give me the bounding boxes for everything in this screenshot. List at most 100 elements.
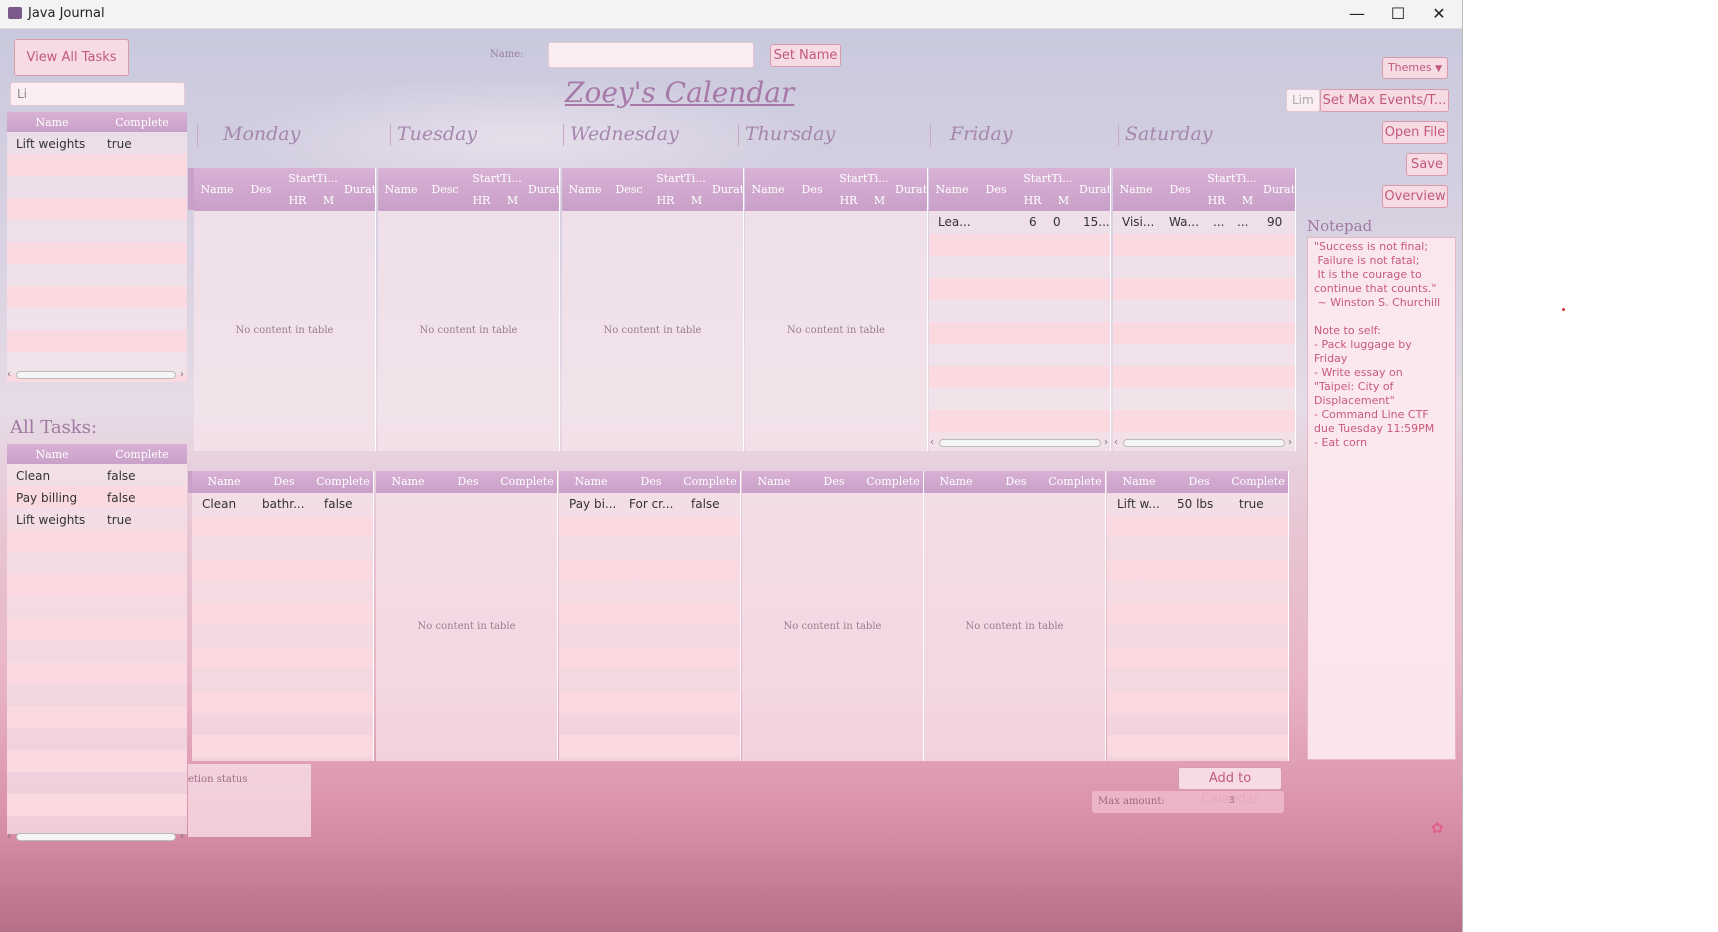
- column-header[interactable]: M: [864, 194, 895, 207]
- task-table-thursday[interactable]: Name Des Complete No content in table: [742, 471, 924, 761]
- max-amount-field[interactable]: Max amount: 3: [1092, 791, 1284, 813]
- column-header[interactable]: Durati: [712, 183, 743, 196]
- column-header[interactable]: Des: [975, 183, 1017, 196]
- filtered-tasks-table[interactable]: Name Complete Lift weights true: [7, 112, 187, 382]
- all-tasks-horizontal-scrollbar[interactable]: [16, 833, 176, 841]
- column-header[interactable]: Name: [7, 116, 97, 129]
- table-row[interactable]: Lift weights true: [7, 510, 187, 532]
- task-table-wednesday[interactable]: Name Des Complete Pay bi... For cr... false: [559, 471, 741, 761]
- column-header[interactable]: StartTi...: [1201, 172, 1263, 185]
- column-header[interactable]: Des: [988, 475, 1044, 488]
- column-header[interactable]: Name: [376, 475, 440, 488]
- all-tasks-table[interactable]: Name Complete Clean false Pay billing false Li…: [7, 444, 187, 834]
- column-header[interactable]: Durat...: [344, 183, 375, 196]
- column-header[interactable]: Des: [806, 475, 862, 488]
- notepad-textarea[interactable]: "Success is not final; Failure is not fa…: [1307, 237, 1456, 760]
- column-header[interactable]: M: [681, 194, 712, 207]
- table-row[interactable]: Lift weights true: [7, 134, 187, 156]
- open-file-button[interactable]: Open File: [1382, 121, 1448, 144]
- column-header[interactable]: Complete: [1227, 475, 1288, 488]
- column-header[interactable]: Complete: [862, 475, 923, 488]
- table-row[interactable]: Lea... 6 0 15...: [929, 212, 1110, 234]
- column-header[interactable]: Des: [440, 475, 496, 488]
- set-name-button[interactable]: Set Name: [770, 44, 841, 67]
- column-header[interactable]: Name: [924, 475, 988, 488]
- column-header[interactable]: StartTi...: [833, 172, 895, 185]
- table-row[interactable]: Clean bathr... false: [192, 493, 373, 515]
- column-header[interactable]: Name: [929, 183, 975, 196]
- themes-dropdown[interactable]: Themes ▼: [1382, 57, 1448, 79]
- column-header[interactable]: Des: [1171, 475, 1227, 488]
- column-header[interactable]: M: [1232, 194, 1263, 207]
- column-header[interactable]: Name: [192, 475, 256, 488]
- column-header[interactable]: M: [497, 194, 528, 207]
- column-header[interactable]: Durat...: [895, 183, 927, 196]
- column-header[interactable]: Desc: [608, 183, 650, 196]
- save-button[interactable]: Save: [1406, 153, 1448, 176]
- column-header[interactable]: Des: [791, 183, 833, 196]
- column-header[interactable]: Des: [623, 475, 679, 488]
- column-header[interactable]: Name: [562, 183, 608, 196]
- event-table-friday[interactable]: NameDesStartTi... HRMDurat... Lea... 6 0 15..…: [929, 168, 1111, 451]
- task-table-saturday[interactable]: Name Des Complete Lift w... 50 lbs true: [1107, 471, 1289, 761]
- event-table-tuesday[interactable]: NameDescStartTi... HRMDurat... No content …: [378, 168, 560, 451]
- set-max-events-button[interactable]: Set Max Events/T...: [1320, 89, 1449, 112]
- event-table-monday[interactable]: NameDesStartTi... HRMDurat... No content i…: [194, 168, 376, 451]
- column-header[interactable]: Durat...: [1079, 183, 1110, 196]
- task-table-monday[interactable]: Name Des Complete Clean bathr... false: [192, 471, 374, 761]
- table-row[interactable]: Visi... Wa......... 90: [1113, 212, 1295, 234]
- column-header[interactable]: HR: [466, 194, 497, 207]
- column-header[interactable]: Complete: [679, 475, 740, 488]
- column-header[interactable]: Name: [745, 183, 791, 196]
- scroll-right-arrow[interactable]: ›: [180, 831, 184, 842]
- column-header[interactable]: Des: [240, 183, 282, 196]
- scroll-right-arrow[interactable]: ›: [1288, 437, 1292, 448]
- scroll-right-arrow[interactable]: ›: [1104, 437, 1108, 448]
- saturday-horizontal-scrollbar[interactable]: [1123, 439, 1285, 447]
- scroll-left-arrow[interactable]: ‹: [1114, 437, 1118, 448]
- task-table-tuesday[interactable]: Name Des Complete No content in table: [376, 471, 558, 761]
- column-header[interactable]: StartTi...: [650, 172, 712, 185]
- maximize-button[interactable]: ☐: [1378, 2, 1418, 26]
- task-table-friday[interactable]: Name Des Complete No content in table: [924, 471, 1106, 761]
- column-header[interactable]: Complete: [1044, 475, 1105, 488]
- column-header[interactable]: Name: [559, 475, 623, 488]
- column-header[interactable]: HR: [650, 194, 681, 207]
- column-header[interactable]: Des: [256, 475, 312, 488]
- table-row[interactable]: Pay billing false: [7, 488, 187, 510]
- event-table-thursday[interactable]: NameDesStartTi... HRMDurat... No content i…: [745, 168, 928, 451]
- column-header[interactable]: Durat...: [1263, 183, 1295, 196]
- name-input[interactable]: [548, 42, 754, 68]
- column-header[interactable]: Durat...: [528, 183, 559, 196]
- column-header[interactable]: HR: [1201, 194, 1232, 207]
- column-header[interactable]: M: [313, 194, 344, 207]
- task-search-input[interactable]: Li: [10, 82, 185, 106]
- column-header[interactable]: Name: [7, 448, 97, 461]
- table-row[interactable]: Lift w... 50 lbs true: [1107, 493, 1288, 515]
- column-header[interactable]: Complete: [496, 475, 557, 488]
- column-header[interactable]: HR: [282, 194, 313, 207]
- minimize-button[interactable]: —: [1337, 2, 1377, 26]
- column-header[interactable]: Complete: [97, 448, 187, 461]
- table-row[interactable]: Clean false: [7, 466, 187, 488]
- event-table-saturday[interactable]: NameDesStartTi... HRMDurat... Visi... Wa...…: [1113, 168, 1296, 451]
- column-header[interactable]: Name: [742, 475, 806, 488]
- column-header[interactable]: Des: [1159, 183, 1201, 196]
- overview-button[interactable]: Overview: [1382, 185, 1448, 208]
- column-header[interactable]: HR: [1017, 194, 1048, 207]
- scroll-left-arrow[interactable]: ‹: [7, 369, 11, 380]
- scroll-right-arrow[interactable]: ›: [180, 369, 184, 380]
- add-to-calendar-button[interactable]: Add to Calendar: [1178, 767, 1282, 807]
- scroll-left-arrow[interactable]: ‹: [930, 437, 934, 448]
- close-button[interactable]: ✕: [1419, 2, 1459, 26]
- column-header[interactable]: M: [1048, 194, 1079, 207]
- column-header[interactable]: StartTi...: [1017, 172, 1079, 185]
- column-header[interactable]: Complete: [97, 116, 187, 129]
- filtered-horizontal-scrollbar[interactable]: [16, 371, 176, 379]
- friday-horizontal-scrollbar[interactable]: [939, 439, 1101, 447]
- lim-input[interactable]: Lim: [1286, 89, 1320, 112]
- table-row[interactable]: Pay bi... For cr... false: [559, 493, 740, 515]
- column-header[interactable]: Name: [194, 183, 240, 196]
- column-header[interactable]: Desc: [424, 183, 466, 196]
- column-header[interactable]: HR: [833, 194, 864, 207]
